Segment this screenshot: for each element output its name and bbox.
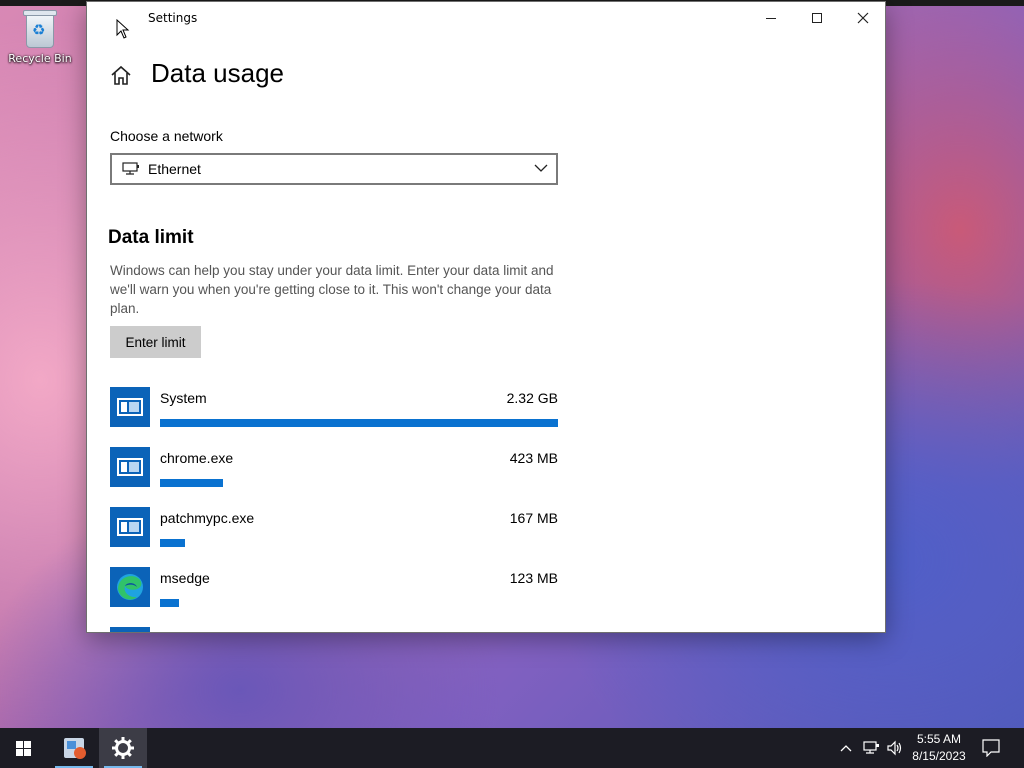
app-usage-list: System 2.32 GB chrome.exe 423 MB patchmy… — [110, 387, 560, 632]
recycle-bin-desktop-icon[interactable]: ♻ Recycle Bin — [6, 8, 74, 65]
network-selected-value: Ethernet — [148, 161, 201, 177]
app-usage: 123 MB — [509, 570, 558, 586]
app-usage-row-chrome[interactable]: chrome.exe 423 MB — [110, 447, 560, 507]
app-icon — [64, 738, 86, 759]
app-window-icon — [110, 447, 150, 487]
title-bar[interactable]: Settings — [87, 2, 885, 34]
home-icon[interactable] — [109, 64, 133, 86]
app-usage-row-partial[interactable] — [110, 627, 560, 632]
clock-date: 8/15/2023 — [912, 749, 966, 763]
app-name: msedge — [160, 570, 210, 586]
chevron-down-icon — [534, 164, 548, 172]
recycle-bin-label: Recycle Bin — [8, 52, 72, 65]
usage-bar — [160, 479, 223, 487]
gear-icon — [112, 737, 134, 759]
action-center-icon[interactable] — [982, 739, 1000, 757]
enter-limit-button[interactable]: Enter limit — [110, 326, 201, 358]
app-window-icon — [110, 507, 150, 547]
usage-bar — [160, 599, 179, 607]
taskbar-app-button[interactable] — [50, 728, 98, 768]
app-usage: 2.32 GB — [506, 390, 558, 406]
start-button[interactable] — [0, 728, 48, 768]
taskbar: 5:55 AM 8/15/2023 — [0, 728, 1024, 768]
data-limit-description: Windows can help you stay under your dat… — [110, 263, 554, 316]
windows-logo-icon — [16, 741, 32, 756]
page-title: Data usage — [151, 58, 284, 88]
data-limit-heading: Data limit — [108, 227, 194, 248]
app-usage: 423 MB — [509, 450, 558, 466]
chevron-up-icon[interactable] — [838, 740, 854, 756]
network-dropdown[interactable]: Ethernet — [110, 153, 558, 185]
minimize-button[interactable] — [748, 2, 794, 34]
close-button[interactable] — [840, 2, 885, 34]
minimize-icon — [766, 17, 776, 19]
network-select-label: Choose a network — [110, 128, 223, 144]
mouse-cursor-icon — [116, 19, 130, 39]
app-window-icon — [110, 387, 150, 427]
maximize-button[interactable] — [794, 2, 840, 34]
app-usage-row-patchmypc[interactable]: patchmypc.exe 167 MB — [110, 507, 560, 567]
app-usage-row-msedge[interactable]: msedge 123 MB — [110, 567, 560, 627]
network-icon[interactable] — [862, 740, 880, 756]
app-name: patchmypc.exe — [160, 510, 255, 526]
edge-icon — [110, 567, 150, 607]
window-title: Settings — [148, 11, 198, 25]
app-window-icon — [110, 627, 150, 632]
ethernet-icon — [122, 162, 139, 175]
usage-bar — [160, 419, 558, 427]
settings-window: Settings Data usage Choose a network Eth… — [86, 1, 886, 633]
usage-bar — [160, 539, 185, 547]
app-usage: 167 MB — [509, 510, 558, 526]
taskbar-clock[interactable]: 5:55 AM 8/15/2023 — [907, 731, 971, 765]
close-icon — [857, 12, 869, 24]
volume-icon[interactable] — [886, 740, 904, 756]
app-name: chrome.exe — [160, 450, 234, 466]
app-usage-row-system[interactable]: System 2.32 GB — [110, 387, 560, 447]
maximize-icon — [812, 13, 822, 23]
taskbar-settings-button[interactable] — [99, 728, 147, 768]
clock-time: 5:55 AM — [916, 732, 962, 746]
recycle-bin-icon: ♻ — [22, 8, 58, 50]
app-name: System — [160, 390, 207, 406]
